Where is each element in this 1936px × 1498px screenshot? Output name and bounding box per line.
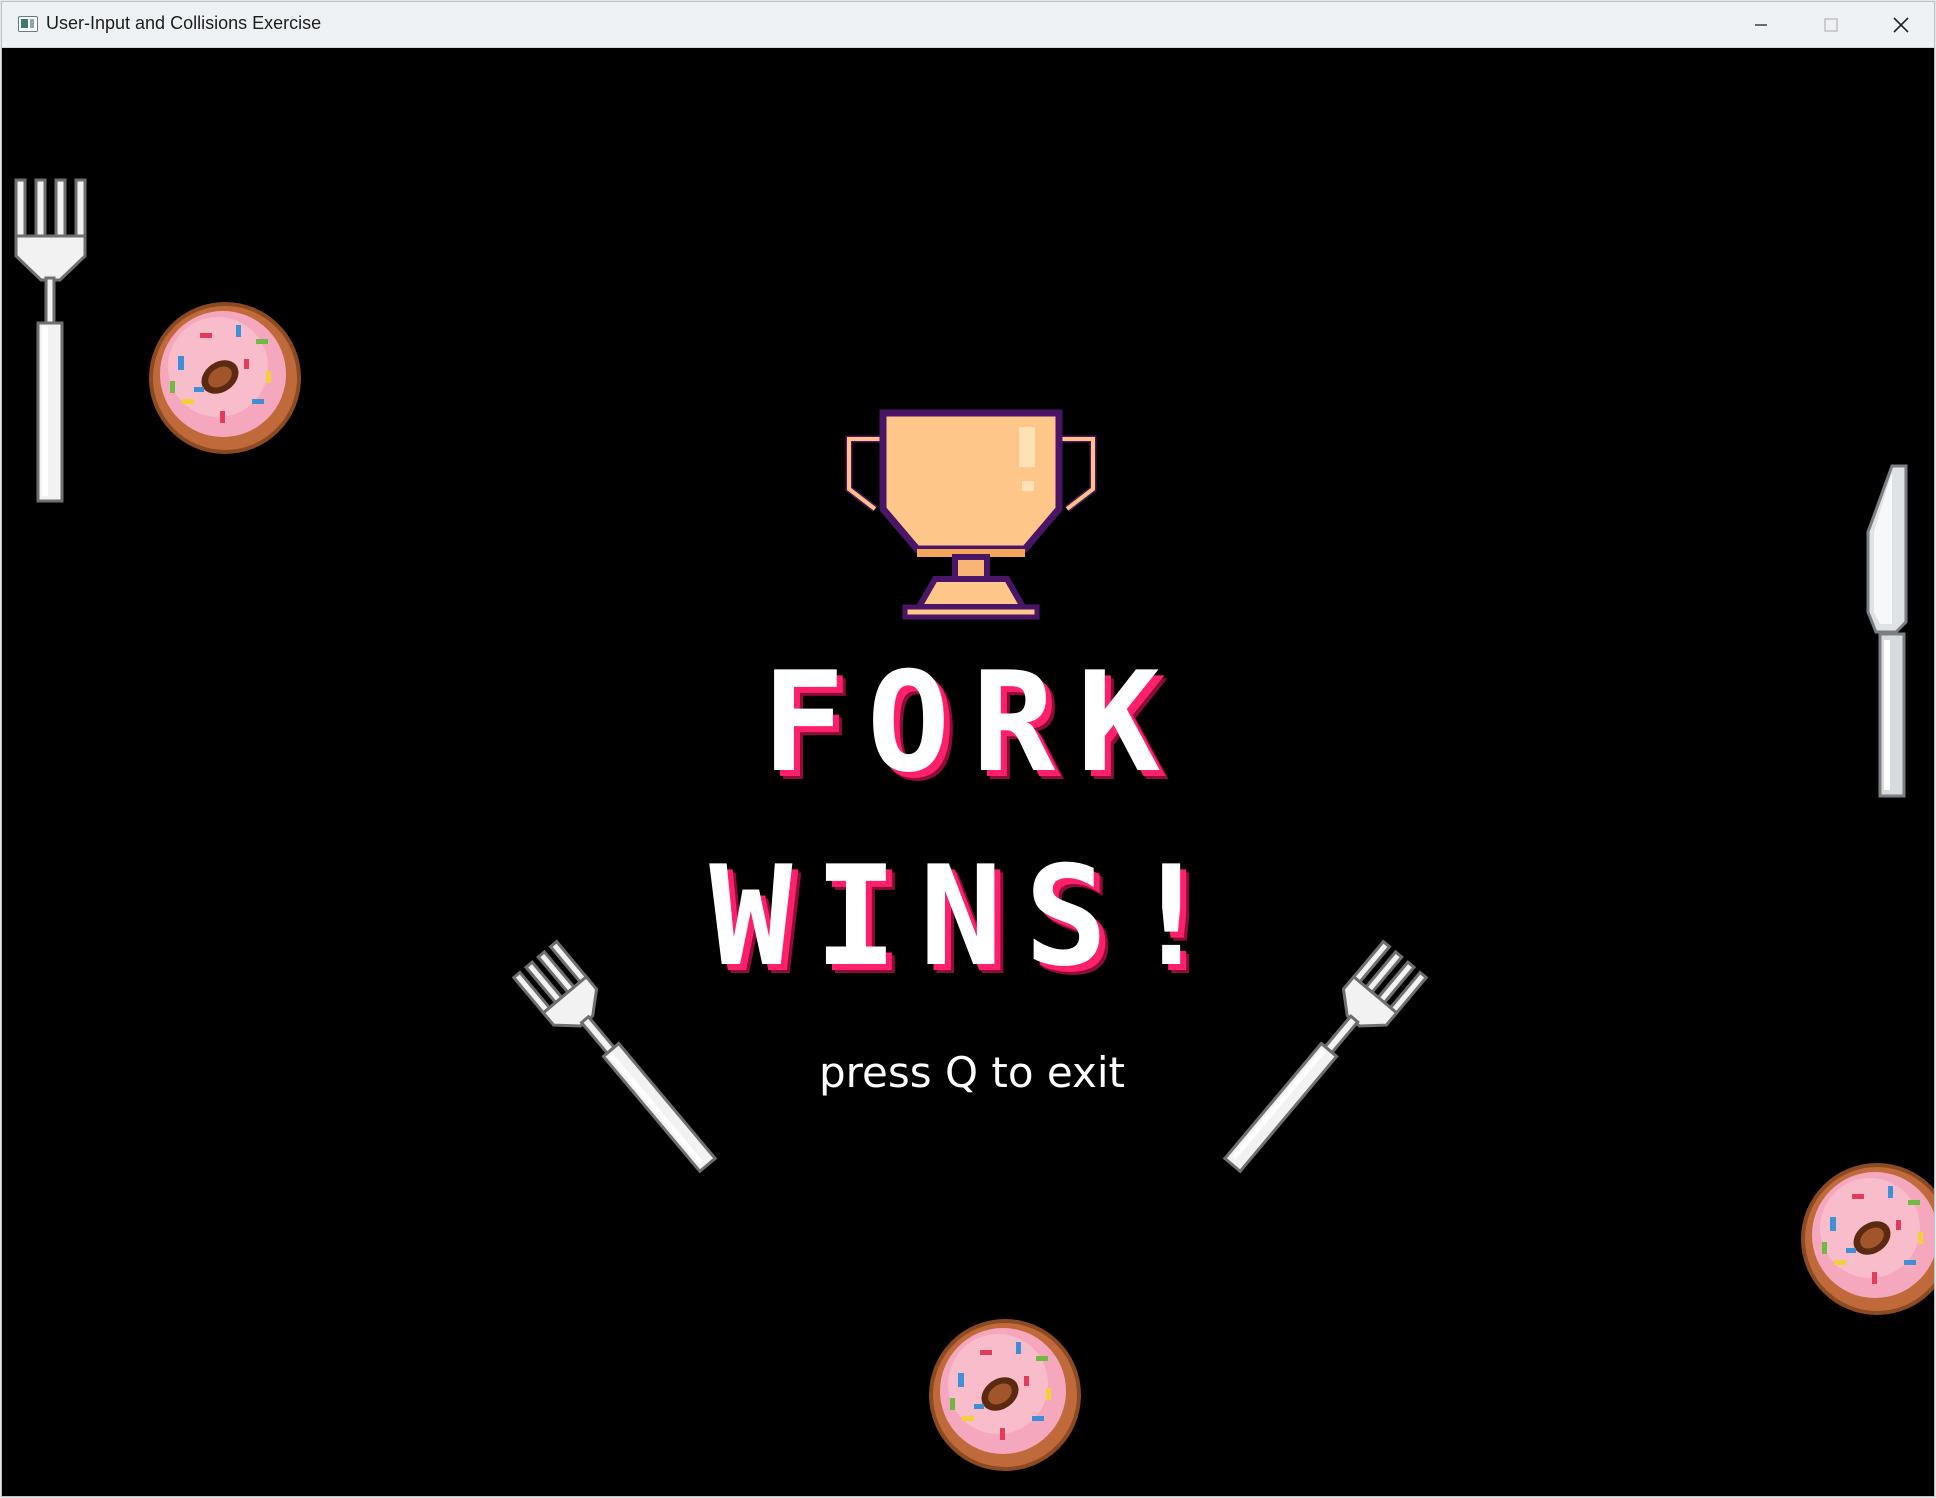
exit-hint: press Q to exit — [819, 1048, 1125, 1097]
donut-icon — [148, 301, 303, 456]
maximize-button[interactable] — [1796, 2, 1866, 47]
window-title: User-Input and Collisions Exercise — [46, 13, 322, 33]
fork-icon — [502, 928, 742, 1198]
game-canvas[interactable]: FORK WINS! press Q to exit — [2, 48, 1934, 1496]
minimize-icon — [1755, 23, 1767, 26]
game-window: User-Input and Collisions Exercise FORK … — [1, 1, 1935, 1497]
knife-icon — [1862, 462, 1912, 802]
trophy-icon — [835, 409, 1107, 621]
maximize-icon — [1824, 17, 1838, 32]
fork-icon — [1198, 928, 1438, 1198]
app-icon — [18, 16, 38, 32]
minimize-button[interactable] — [1726, 2, 1796, 47]
donut-icon — [928, 1318, 1083, 1473]
title-bar[interactable]: User-Input and Collisions Exercise — [2, 2, 1934, 48]
banner-line-1: FORK — [761, 642, 1183, 803]
close-icon — [1893, 16, 1909, 33]
fork-icon — [12, 176, 92, 506]
close-button[interactable] — [1866, 2, 1934, 47]
donut-icon — [1800, 1162, 1934, 1317]
